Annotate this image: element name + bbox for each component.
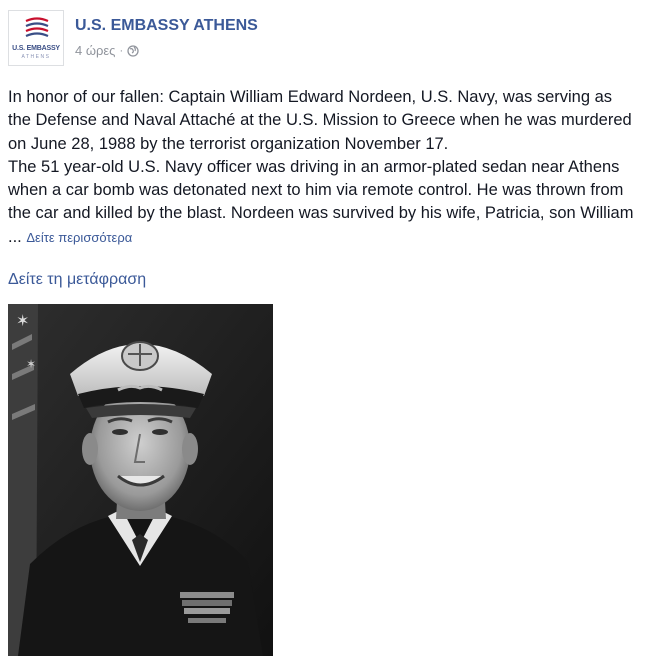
see-more-link[interactable]: Δείτε περισσότερα xyxy=(26,230,132,245)
see-translation-link[interactable]: Δείτε τη μετάφραση xyxy=(8,271,146,289)
page-name-link[interactable]: U.S. EMBASSY ATHENS xyxy=(75,17,258,35)
post-body: In honor of our fallen: Captain William … xyxy=(8,86,638,249)
svg-text:✶: ✶ xyxy=(16,311,29,330)
post-paragraph-continued: The 51 year-old U.S. Navy officer was dr… xyxy=(8,156,638,249)
post-header: U.S. EMBASSY ATHENS U.S. EMBASSY ATHENS … xyxy=(8,10,638,66)
globe-icon[interactable] xyxy=(127,44,139,57)
post-meta: 4 ώρες · xyxy=(75,43,139,58)
svg-text:✶: ✶ xyxy=(26,357,36,371)
officer-portrait-image: ✶ ✶ xyxy=(8,304,273,656)
post-photo[interactable]: ✶ ✶ xyxy=(8,304,273,656)
post-timestamp[interactable]: 4 ώρες xyxy=(75,43,115,58)
avatar-logo-subtext: ATHENS xyxy=(21,54,51,60)
meta-separator: · xyxy=(119,44,124,57)
page-avatar[interactable]: U.S. EMBASSY ATHENS xyxy=(8,10,64,66)
avatar-logo-text: U.S. EMBASSY xyxy=(12,45,60,52)
post-paragraph: In honor of our fallen: Captain William … xyxy=(8,88,632,153)
embassy-logo-icon xyxy=(25,17,49,38)
